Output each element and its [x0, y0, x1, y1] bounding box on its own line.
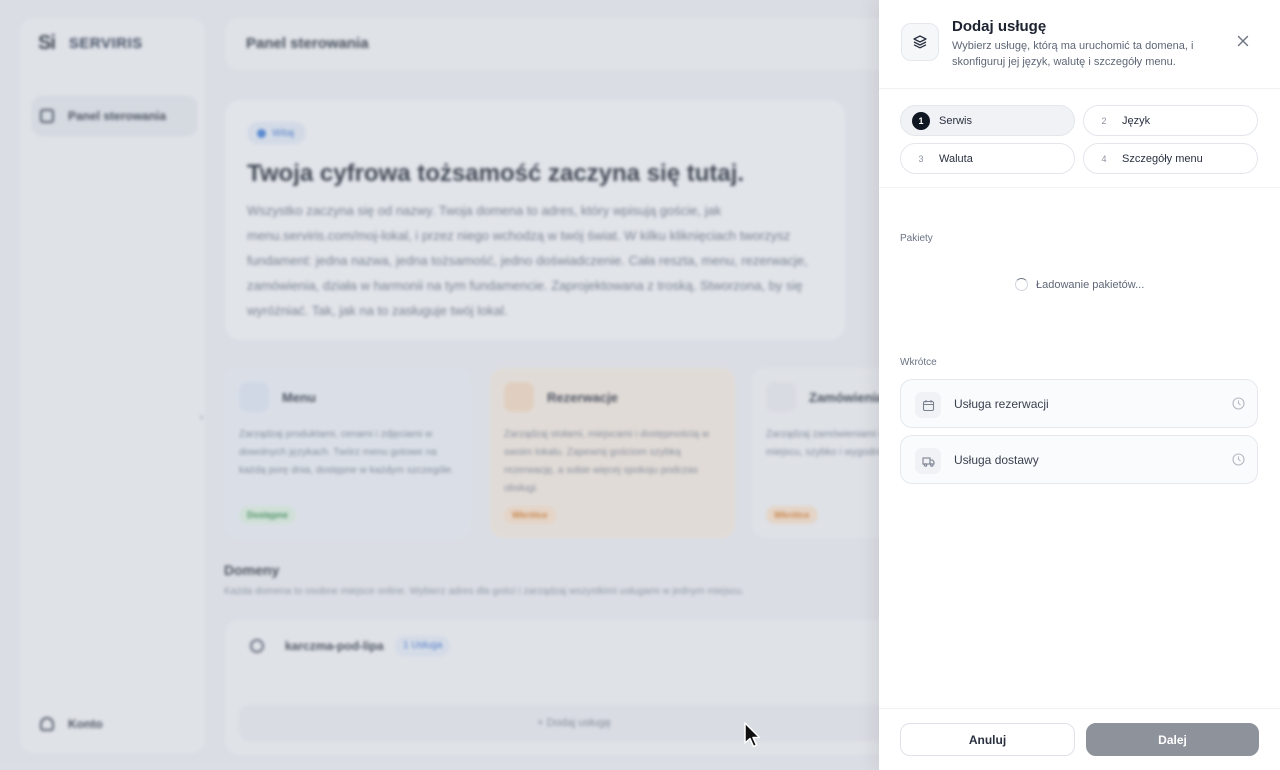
calendar-icon — [915, 392, 941, 418]
divider — [879, 187, 1280, 188]
step-currency[interactable]: 3 Waluta — [900, 143, 1075, 174]
close-icon[interactable] — [1234, 32, 1252, 50]
coming-soon-item-reservations: Usługa rezerwacji — [900, 379, 1258, 428]
coming-soon-section-label: Wkrótce — [900, 357, 937, 368]
step-number: 4 — [1101, 153, 1107, 164]
mouse-cursor-icon — [744, 722, 761, 748]
packages-section-label: Pakiety — [900, 233, 933, 244]
step-label: Szczegóły menu — [1122, 152, 1203, 165]
spinner-icon — [1015, 278, 1028, 291]
next-button[interactable]: Dalej — [1086, 723, 1259, 756]
dialog-title: Dodaj usługę — [952, 18, 1047, 35]
dialog-description: Wybierz usługę, którą ma uruchomić ta do… — [952, 40, 1194, 68]
step-language[interactable]: 2 Język — [1083, 105, 1258, 136]
step-label: Serwis — [939, 114, 973, 127]
step-service[interactable]: 1 Serwis — [900, 105, 1075, 136]
clock-icon — [1232, 397, 1245, 410]
step-label: Waluta — [939, 152, 973, 165]
step-menu-details[interactable]: 4 Szczegóły menu — [1083, 143, 1258, 174]
loading-text: Ładowanie pakietów... — [1036, 278, 1145, 291]
step-label: Język — [1122, 114, 1151, 127]
coming-soon-item-delivery: Usługa dostawy — [900, 435, 1258, 484]
step-number: 3 — [918, 153, 924, 164]
step-number: 1 — [912, 111, 930, 130]
layers-icon — [901, 23, 939, 61]
step-number: 2 — [1101, 115, 1107, 126]
truck-icon — [915, 448, 941, 474]
clock-icon — [1232, 453, 1245, 466]
add-service-panel: Dodaj usługę Wybierz usługę, którą ma ur… — [879, 0, 1280, 770]
divider — [879, 88, 1280, 89]
coming-soon-label: Usługa dostawy — [954, 453, 1039, 467]
coming-soon-label: Usługa rezerwacji — [954, 397, 1049, 411]
packages-loading: Ładowanie pakietów... — [1015, 278, 1144, 291]
cancel-button[interactable]: Anuluj — [900, 723, 1075, 756]
divider — [879, 708, 1280, 709]
